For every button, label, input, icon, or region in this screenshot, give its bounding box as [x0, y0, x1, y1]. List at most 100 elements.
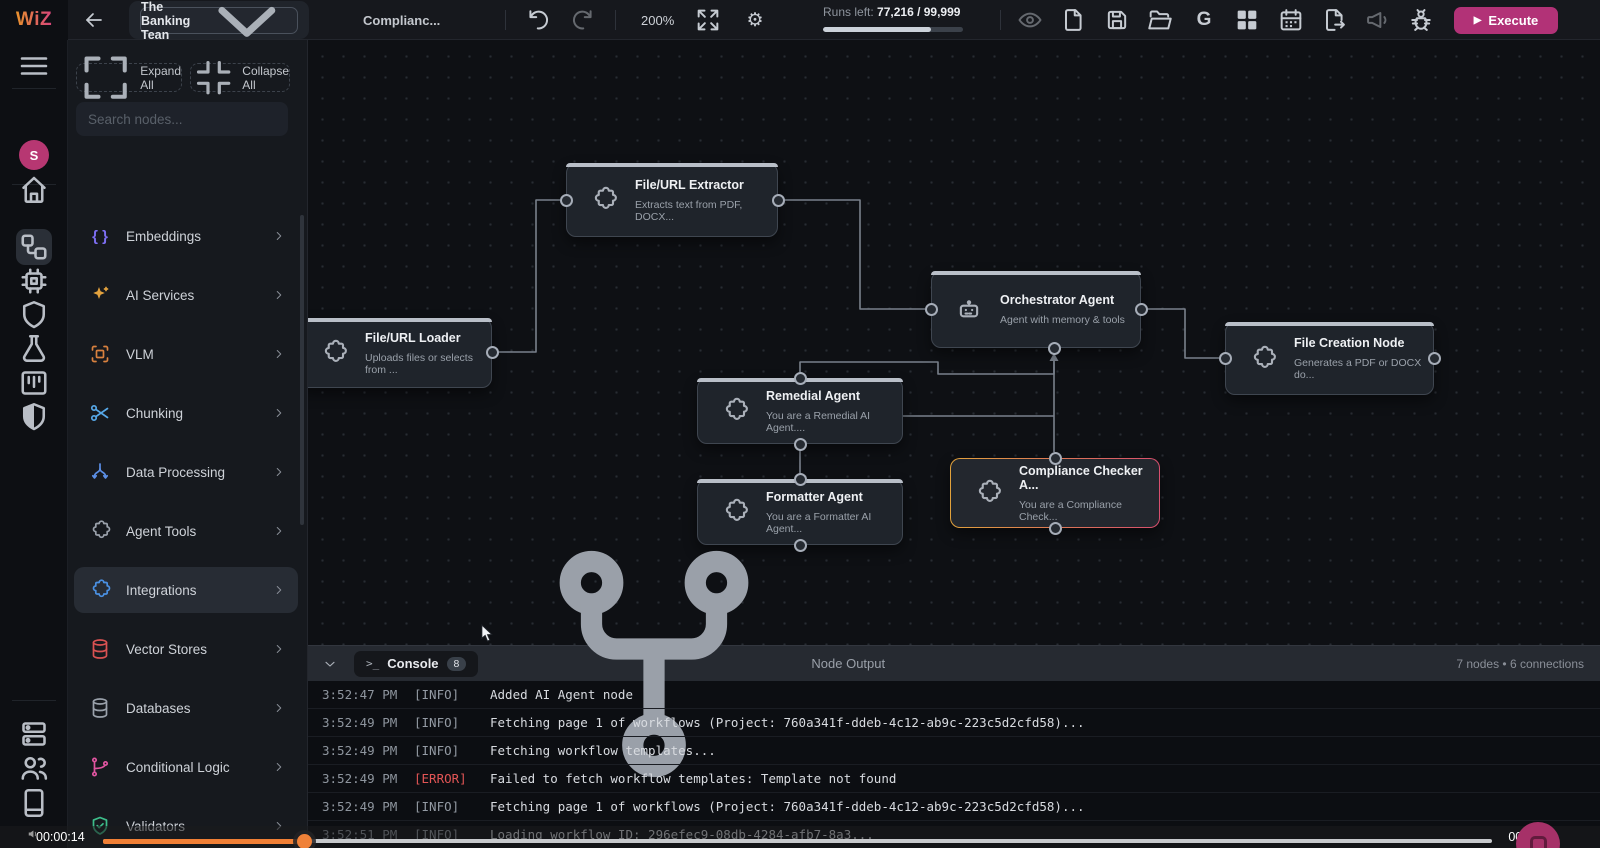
- node-extractor[interactable]: File/URL ExtractorExtracts text from PDF…: [566, 163, 778, 237]
- port-compliance[interactable]: [1049, 522, 1062, 535]
- runs-progress-fill: [823, 27, 931, 32]
- category-label: VLM: [126, 347, 272, 362]
- console-header: >_ Console 8 Node Output 7 nodes • 6 con…: [308, 645, 1600, 681]
- avatar[interactable]: S: [19, 140, 49, 170]
- node-orchestrator[interactable]: Orchestrator AgentAgent with memory & to…: [931, 271, 1141, 348]
- visibility-icon[interactable]: [1016, 0, 1044, 40]
- shield-half-icon[interactable]: [16, 399, 52, 435]
- category-conditional-logic[interactable]: Conditional Logic: [74, 744, 298, 790]
- runs-progress-bar: [823, 27, 963, 32]
- hamburger-menu-icon[interactable]: [16, 48, 52, 84]
- bug-icon[interactable]: [1407, 0, 1435, 40]
- log-row: 3:52:49 PM[INFO]Fetching workflow templa…: [308, 737, 1600, 765]
- category-ai-services[interactable]: AI Services: [74, 272, 298, 318]
- undo-button[interactable]: [524, 0, 552, 40]
- redo-button[interactable]: [569, 0, 597, 40]
- port-orchestrator[interactable]: [1135, 303, 1148, 316]
- search-input[interactable]: [76, 102, 288, 136]
- category-vlm[interactable]: VLM: [74, 331, 298, 377]
- log-time: 3:52:49 PM: [308, 715, 414, 730]
- port-formatter[interactable]: [794, 473, 807, 486]
- shield-icon[interactable]: [16, 297, 52, 333]
- team-selector-label: The Banking Tean: [141, 0, 190, 42]
- puzzle-icon: [589, 185, 619, 215]
- puzzle-icon: [319, 338, 349, 368]
- chip-icon[interactable]: [16, 263, 52, 299]
- seek-handle[interactable]: [297, 834, 312, 848]
- node-subtitle: You are a Compliance Check...: [1019, 499, 1159, 523]
- console-tab[interactable]: >_ Console 8: [354, 651, 478, 677]
- node-compliance[interactable]: Compliance Checker A...You are a Complia…: [950, 458, 1160, 528]
- scissors-icon: [88, 401, 112, 425]
- category-embeddings[interactable]: { }Embeddings: [74, 213, 298, 259]
- megaphone-icon[interactable]: [1364, 0, 1392, 40]
- chevron-right-icon: [272, 583, 286, 597]
- grid-icon[interactable]: [1233, 0, 1261, 40]
- port-extractor[interactable]: [772, 194, 785, 207]
- split-icon: [88, 460, 112, 484]
- node-output-label: Node Output: [811, 656, 885, 671]
- category-label: Integrations: [126, 583, 272, 598]
- collapse-console-icon[interactable]: [322, 656, 338, 672]
- calendar-icon[interactable]: [1277, 0, 1305, 40]
- chevron-right-icon: [272, 701, 286, 715]
- icon-rail: S: [0, 40, 68, 848]
- chevron-right-icon: [272, 229, 286, 243]
- port-file-creation[interactable]: [1428, 352, 1441, 365]
- users-icon[interactable]: [16, 750, 52, 786]
- file-export-icon[interactable]: [1320, 0, 1348, 40]
- log-time: 3:52:49 PM: [308, 743, 414, 758]
- workflow-icon[interactable]: [16, 229, 52, 265]
- node-remedial[interactable]: Remedial AgentYou are a Remedial AI Agen…: [697, 378, 903, 444]
- team-selector-dropdown[interactable]: The Banking Tean: [140, 7, 298, 34]
- execute-button[interactable]: ▶ Execute: [1454, 7, 1558, 34]
- port-remedial[interactable]: [794, 438, 807, 451]
- server-icon[interactable]: [16, 716, 52, 752]
- home-icon[interactable]: [16, 172, 52, 208]
- zoom-level: 200%: [641, 0, 674, 40]
- port-loader[interactable]: [486, 346, 499, 359]
- port-orchestrator[interactable]: [1048, 342, 1061, 355]
- log-time: 3:52:47 PM: [308, 687, 414, 702]
- google-icon[interactable]: G: [1190, 0, 1218, 40]
- seek-bar[interactable]: [103, 839, 1492, 843]
- category-vector-stores[interactable]: Vector Stores: [74, 626, 298, 672]
- log-time: 3:52:49 PM: [308, 771, 414, 786]
- port-extractor[interactable]: [560, 194, 573, 207]
- folder-open-icon[interactable]: [1146, 0, 1174, 40]
- file-icon[interactable]: [1059, 0, 1087, 40]
- node-subtitle: You are a Remedial AI Agent....: [766, 410, 902, 434]
- category-databases[interactable]: Databases: [74, 685, 298, 731]
- category-agent-tools[interactable]: Agent Tools: [74, 508, 298, 554]
- port-compliance[interactable]: [1049, 452, 1062, 465]
- port-file-creation[interactable]: [1219, 352, 1232, 365]
- settings-gear-icon[interactable]: ⚙: [741, 0, 769, 40]
- kanban-icon[interactable]: [16, 365, 52, 401]
- play-icon: ▶: [1474, 15, 1482, 26]
- fullscreen-icon[interactable]: [694, 0, 722, 40]
- log-message: Fetching page 1 of workflows (Project: 7…: [490, 799, 1085, 814]
- panel-scrollbar[interactable]: [300, 215, 304, 525]
- category-label: Embeddings: [126, 229, 272, 244]
- divider: [615, 10, 616, 30]
- book-icon[interactable]: [16, 785, 52, 821]
- puzzle-icon: [973, 478, 1003, 508]
- database-icon: [88, 637, 112, 661]
- robot-icon: [954, 295, 984, 325]
- back-button[interactable]: [82, 0, 106, 40]
- divider: [1000, 10, 1001, 30]
- log-message: Added AI Agent node: [490, 687, 633, 702]
- expand-all-button[interactable]: Expand All: [76, 63, 182, 92]
- port-orchestrator[interactable]: [925, 303, 938, 316]
- node-loader[interactable]: File/URL LoaderUploads files or selects …: [308, 318, 492, 388]
- workflow-canvas[interactable]: File/URL LoaderUploads files or selects …: [308, 40, 1600, 645]
- save-icon[interactable]: [1103, 0, 1131, 40]
- category-integrations[interactable]: Integrations: [74, 567, 298, 613]
- port-remedial[interactable]: [794, 372, 807, 385]
- category-chunking[interactable]: Chunking: [74, 390, 298, 436]
- node-file-creation[interactable]: File Creation NodeGenerates a PDF or DOC…: [1225, 322, 1434, 395]
- flask-icon[interactable]: [16, 331, 52, 367]
- divider: [505, 10, 506, 30]
- log-level: [INFO]: [414, 715, 490, 730]
- category-data-processing[interactable]: Data Processing: [74, 449, 298, 495]
